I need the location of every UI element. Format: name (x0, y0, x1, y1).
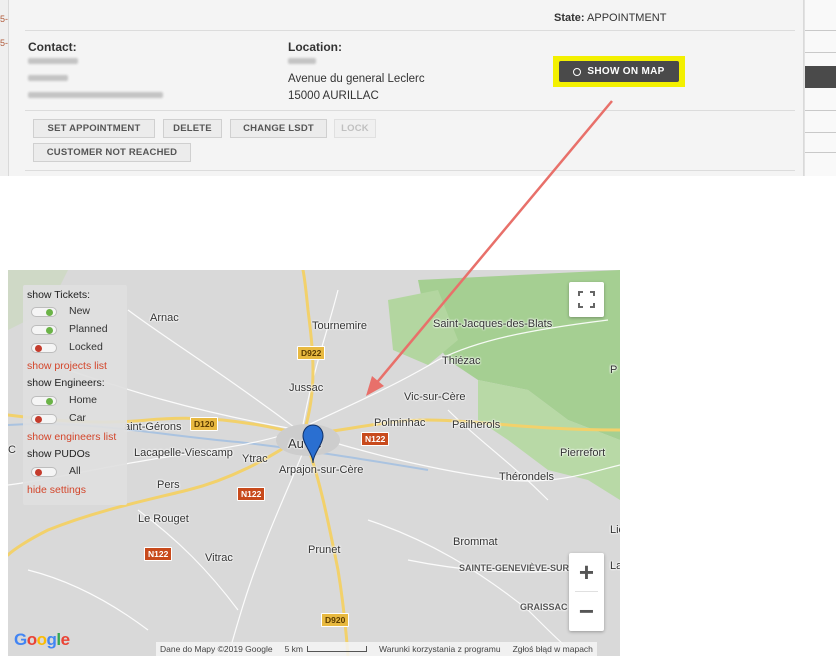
map-label: Le Rouget (138, 513, 189, 525)
map-label: Jussac (289, 382, 324, 394)
ticket-state: State: APPOINTMENT (554, 12, 666, 24)
toggle-label: New (69, 305, 91, 317)
map-label: Arpajon-sur-Cère (279, 464, 364, 476)
zoom-out-button[interactable]: − (569, 592, 604, 630)
hide-settings-link[interactable]: hide settings (27, 484, 86, 496)
map-label: Saint-Jacques-des-Blats (433, 318, 553, 330)
map-label: Arnac (150, 312, 179, 324)
toggle-label: Planned (69, 323, 108, 335)
delete-button[interactable]: DELETE (163, 119, 222, 138)
change-lsdt-button[interactable]: CHANGE LSDT (230, 119, 327, 138)
google-logo: Google (14, 630, 70, 649)
map-label: Thiézac (442, 355, 481, 367)
road-shield: N122 (237, 487, 266, 501)
map-label: GRAISSAC (520, 602, 568, 612)
divider (25, 30, 795, 31)
show-engineers-list-link[interactable]: show engineers list (27, 431, 116, 443)
road-shield: D920 (321, 613, 350, 627)
scale-bar (307, 646, 368, 652)
toggle-all-pudos[interactable] (31, 467, 57, 477)
map-label: C (8, 444, 16, 456)
map-label: Tournemire (312, 320, 368, 332)
set-appointment-button[interactable]: SET APPOINTMENT (33, 119, 155, 138)
map-scale[interactable]: 5 km (285, 644, 368, 654)
pudos-heading: show PUDOs (27, 448, 91, 460)
location-target-icon (573, 67, 582, 76)
toggle-label: Car (69, 412, 86, 424)
map-view[interactable]: Arnac Tournemire Saint-Jacques-des-Blats… (8, 270, 620, 656)
engineers-heading: show Engineers: (27, 377, 105, 389)
map-label: Lie (610, 524, 620, 536)
tickets-heading: show Tickets: (27, 289, 91, 301)
road-shield: D120 (190, 417, 219, 431)
lock-button[interactable]: LOCK (334, 119, 376, 138)
road-shield: N122 (144, 547, 173, 561)
map-label: Pierrefort (560, 447, 606, 459)
map-label: Ytrac (242, 453, 268, 465)
terms-link[interactable]: Warunki korzystania z programu (379, 644, 501, 654)
strip-mark: 5- (0, 14, 9, 24)
map-label: P (610, 364, 618, 376)
customer-not-reached-button[interactable]: CUSTOMER NOT REACHED (33, 143, 191, 162)
road-shield: N122 (361, 432, 390, 446)
map-label: Pailherols (452, 419, 501, 431)
map-footer: Dane do Mapy ©2019 Google 5 km Warunki k… (156, 642, 597, 656)
show-on-map-label: SHOW ON MAP (587, 66, 665, 77)
show-on-map-button[interactable]: SHOW ON MAP (559, 61, 679, 82)
toggle-home-engineers[interactable] (31, 396, 57, 406)
toggle-label: Locked (69, 341, 103, 353)
map-data-attribution: Dane do Mapy ©2019 Google (160, 644, 273, 654)
map-label: Prunet (308, 544, 341, 556)
address-street: Avenue du general Leclerc (288, 73, 425, 85)
redacted-location-name (288, 58, 316, 64)
toggle-new-tickets[interactable] (31, 307, 57, 317)
map-label: SAINTE-GENEVIÈVE-SUR-AR (459, 563, 586, 573)
divider (25, 110, 795, 111)
zoom-control: + − (569, 553, 604, 631)
redacted-contact-email (28, 92, 163, 98)
toggle-label: All (69, 465, 81, 477)
toggle-planned-tickets[interactable] (31, 325, 57, 335)
state-label: State: (554, 12, 585, 24)
redacted-contact-phone (28, 75, 68, 81)
map-settings-panel: show Tickets: New Planned Locked show pr… (23, 285, 127, 505)
map-label: Lac (610, 560, 620, 572)
contact-heading: Contact: (28, 40, 77, 54)
location-heading: Location: (288, 40, 342, 54)
strip-mark: 5- (0, 38, 9, 48)
toggle-locked-tickets[interactable] (31, 343, 57, 353)
map-label: Lacapelle-Viescamp (134, 447, 233, 459)
map-label: Thérondels (499, 471, 555, 483)
ticket-location-marker-icon[interactable] (302, 424, 324, 464)
toggle-label: Home (69, 394, 98, 406)
fullscreen-button[interactable] (569, 282, 604, 317)
zoom-in-button[interactable]: + (569, 553, 604, 591)
right-strip (804, 0, 836, 176)
road-shield: D922 (297, 346, 326, 360)
fullscreen-icon (578, 291, 595, 308)
map-label: Vic-sur-Cère (404, 391, 466, 403)
map-label: Brommat (453, 536, 498, 548)
map-label: Vitrac (205, 552, 233, 564)
toggle-car-engineers[interactable] (31, 414, 57, 424)
map-label: aint-Gérons (124, 421, 182, 433)
redacted-contact-name (28, 58, 78, 64)
state-value: APPOINTMENT (587, 12, 667, 24)
map-label: Pers (157, 479, 180, 491)
divider (25, 170, 795, 171)
show-projects-list-link[interactable]: show projects list (27, 360, 107, 372)
report-error-link[interactable]: Zgłoś błąd w mapach (513, 644, 593, 654)
map-label: Polminhac (374, 417, 426, 429)
left-strip: 5- 5- (0, 0, 8, 176)
address-city: 15000 AURILLAC (288, 90, 379, 102)
